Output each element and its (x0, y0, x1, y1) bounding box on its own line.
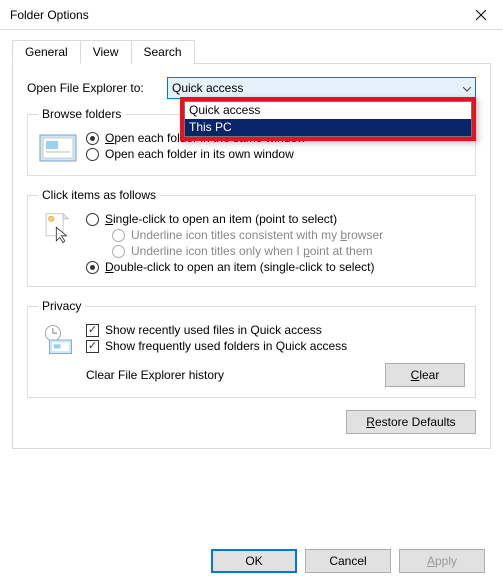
radio-underline-point-label: Underline icon titles only when I point … (131, 244, 372, 258)
radio-underline-point: Underline icon titles only when I point … (112, 244, 465, 258)
open-explorer-row: Open File Explorer to: Quick access (27, 77, 476, 99)
open-explorer-combobox[interactable]: Quick access (167, 77, 476, 99)
radio-own-window[interactable]: Open each folder in its own window (86, 147, 465, 161)
open-explorer-dropdown: Quick access This PC (180, 97, 476, 141)
checkbox-recent-files[interactable]: Show recently used files in Quick access (86, 323, 465, 337)
restore-defaults-button[interactable]: Restore Defaults (346, 410, 476, 434)
checkbox-frequent-folders[interactable]: Show frequently used folders in Quick ac… (86, 339, 465, 353)
privacy-group: Privacy Show recently used files in Quic… (27, 299, 476, 398)
dropdown-option-this-pc[interactable]: This PC (185, 119, 471, 136)
tabs: General View Search (12, 40, 491, 64)
clear-button[interactable]: Clear (385, 363, 465, 387)
radio-underline-browser-label: Underline icon titles consistent with my… (131, 228, 383, 242)
checkbox-recent-files-label: Show recently used files in Quick access (105, 323, 322, 337)
radio-double-click-label: Double-click to open an item (single-cli… (105, 260, 374, 274)
open-explorer-value: Quick access (172, 81, 243, 95)
folder-icon (38, 129, 86, 165)
radio-underline-browser: Underline icon titles consistent with my… (112, 228, 465, 242)
titlebar: Folder Options (0, 0, 503, 30)
click-items-legend: Click items as follows (38, 188, 160, 202)
tab-general[interactable]: General (12, 40, 81, 64)
close-icon (476, 10, 486, 20)
radio-own-window-label: Open each folder in its own window (105, 147, 294, 161)
clear-history-label: Clear File Explorer history (86, 368, 385, 382)
dropdown-option-quick-access[interactable]: Quick access (185, 102, 471, 119)
apply-button: Apply (399, 549, 485, 573)
ok-button[interactable]: OK (211, 549, 297, 573)
panel-general: Open File Explorer to: Quick access Quic… (12, 63, 491, 449)
checkbox-frequent-folders-label: Show frequently used folders in Quick ac… (105, 339, 347, 353)
radio-single-click-label: Single-click to open an item (point to s… (105, 212, 337, 226)
privacy-legend: Privacy (38, 299, 85, 313)
window-title: Folder Options (10, 8, 458, 22)
chevron-down-icon (463, 81, 471, 95)
click-items-group: Click items as follows Single-click to o… (27, 188, 476, 287)
close-button[interactable] (458, 0, 503, 30)
tab-view[interactable]: View (80, 40, 132, 64)
cursor-file-icon (38, 210, 86, 246)
open-explorer-label: Open File Explorer to: (27, 81, 167, 95)
dialog-buttons: OK Cancel Apply (211, 549, 485, 573)
cancel-button[interactable]: Cancel (305, 549, 391, 573)
radio-double-click[interactable]: Double-click to open an item (single-cli… (86, 260, 465, 274)
privacy-icon (38, 321, 86, 357)
tab-search[interactable]: Search (131, 40, 195, 64)
radio-single-click[interactable]: Single-click to open an item (point to s… (86, 212, 465, 226)
browse-folders-legend: Browse folders (38, 107, 125, 121)
